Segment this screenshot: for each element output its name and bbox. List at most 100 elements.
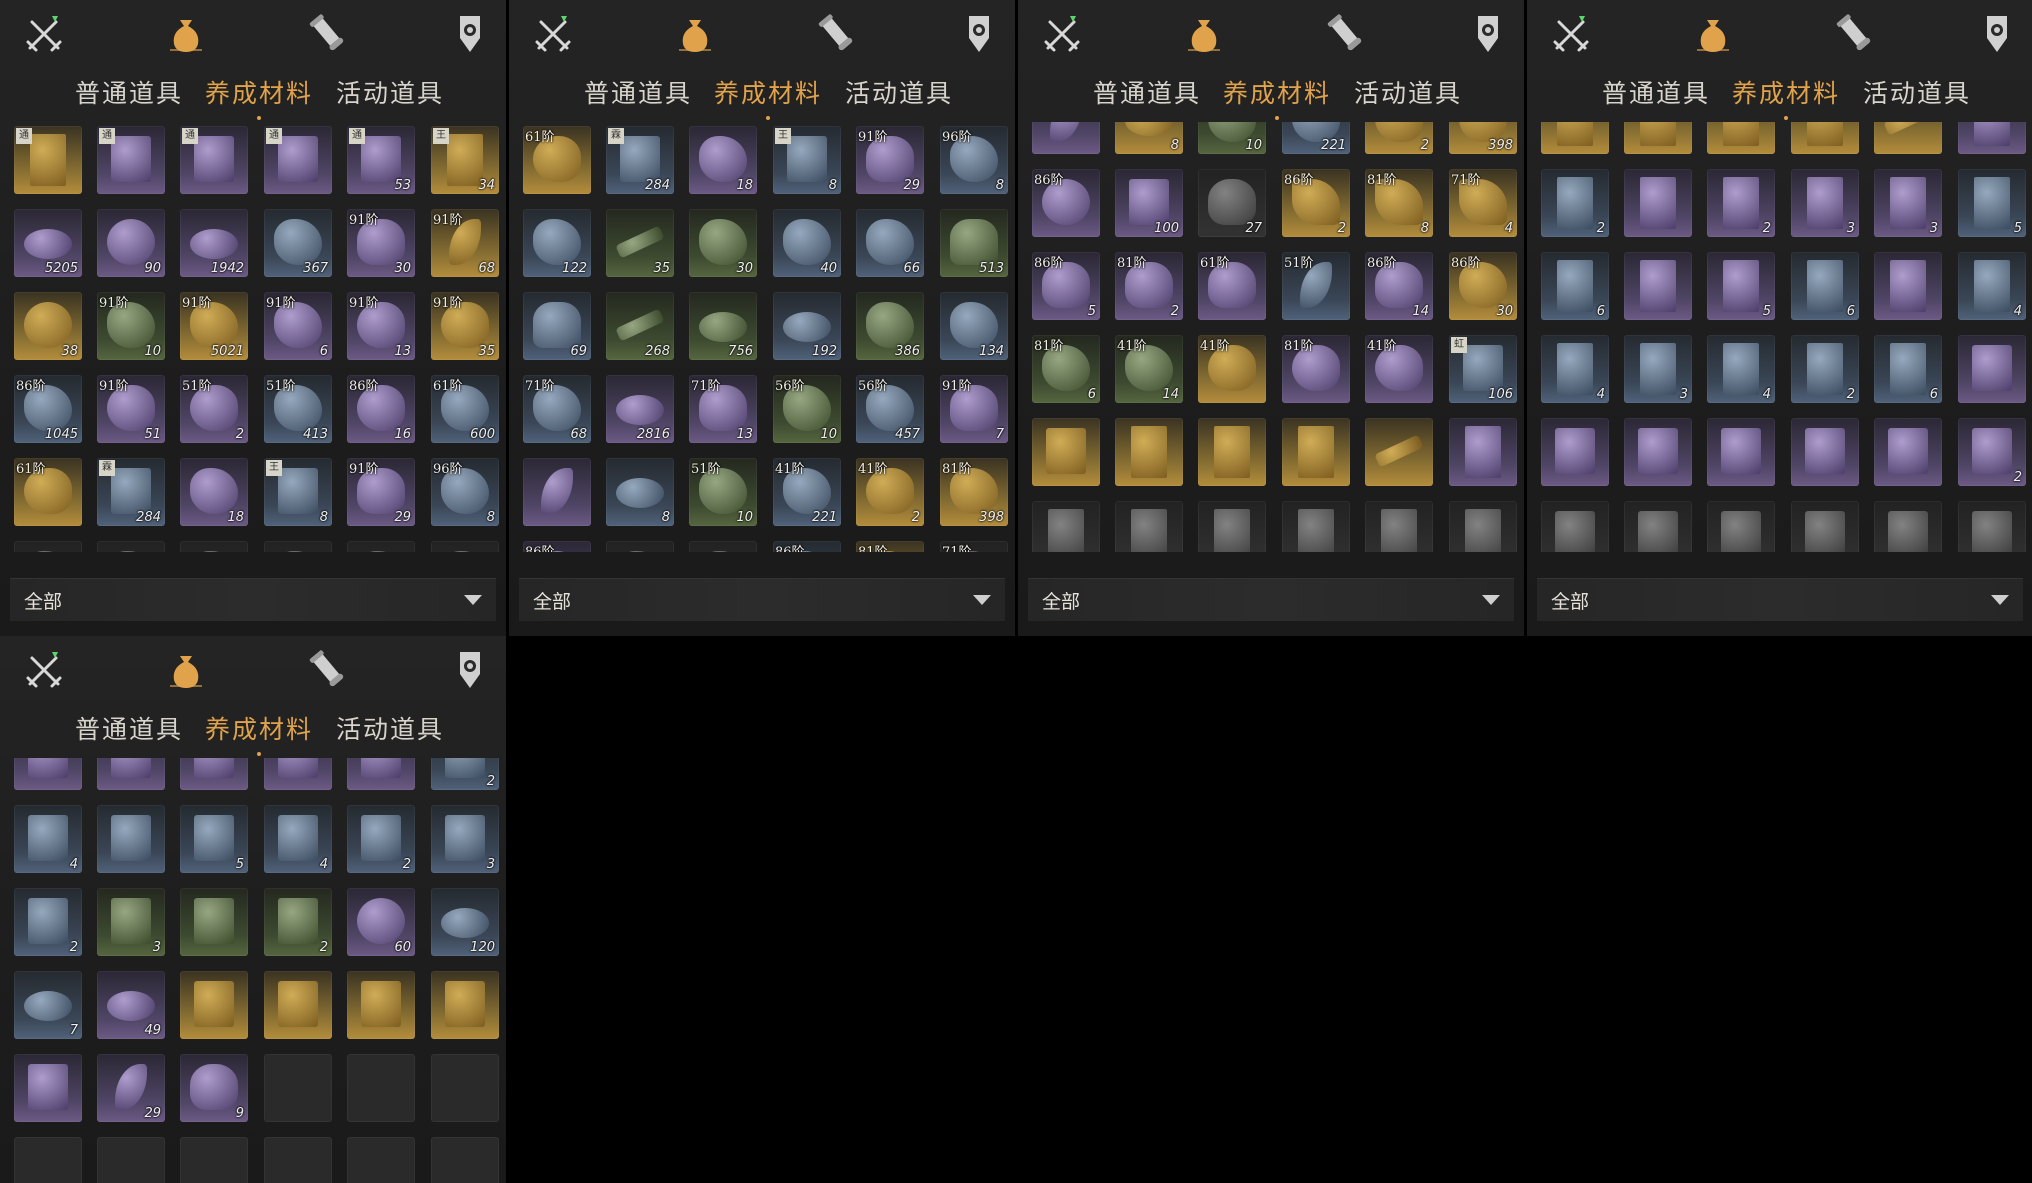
item-slot[interactable]: 35 [606, 209, 674, 277]
item-slot[interactable]: 86阶 2 [1282, 169, 1350, 237]
item-slot[interactable]: 90 [97, 209, 165, 277]
item-slot[interactable] [1624, 122, 1692, 154]
tab-2[interactable]: 活动道具 [1354, 74, 1462, 110]
item-slot[interactable] [689, 541, 757, 552]
item-slot[interactable]: 2 [14, 888, 82, 956]
item-slot[interactable]: 4 [1541, 335, 1609, 403]
tab-2[interactable]: 活动道具 [336, 74, 444, 110]
filter-dropdown[interactable]: 全部 [10, 578, 496, 621]
item-slot[interactable] [347, 541, 415, 552]
item-slot[interactable]: 9 [180, 1054, 248, 1122]
item-slot[interactable]: 4 [1958, 252, 2026, 320]
item-slot[interactable]: 61阶 [523, 126, 591, 194]
item-slot[interactable] [1032, 418, 1100, 486]
item-slot[interactable] [1198, 418, 1266, 486]
item-slot[interactable]: 18 [180, 458, 248, 526]
item-slot[interactable]: 3 [1874, 169, 1942, 237]
filter-dropdown[interactable]: 全部 [1537, 578, 2023, 621]
item-slot[interactable]: 91阶 68 [431, 209, 499, 277]
item-slot[interactable] [1707, 418, 1775, 486]
item-slot[interactable]: 通 [14, 126, 82, 194]
item-slot[interactable] [1365, 501, 1433, 552]
item-slot[interactable]: 10 [1198, 122, 1266, 154]
item-slot[interactable] [431, 971, 499, 1039]
item-slot[interactable] [264, 758, 332, 790]
item-slot[interactable]: 386 [856, 292, 924, 360]
tab-0[interactable]: 普通道具 [1093, 74, 1201, 110]
item-slot[interactable]: 6 [1791, 252, 1859, 320]
item-slot[interactable] [14, 758, 82, 790]
item-slot[interactable] [97, 805, 165, 873]
scroll-icon[interactable] [811, 8, 863, 60]
item-slot[interactable]: 51阶 10 [689, 458, 757, 526]
item-slot[interactable] [1707, 501, 1775, 552]
item-slot[interactable]: 66 [856, 209, 924, 277]
item-slot[interactable]: 41阶 2 [856, 458, 924, 526]
item-slot[interactable]: 86阶 14 [1365, 252, 1433, 320]
item-slot[interactable] [1624, 501, 1692, 552]
item-slot[interactable] [1365, 418, 1433, 486]
item-slot[interactable]: 2 [1791, 335, 1859, 403]
item-slot[interactable]: 38 [14, 292, 82, 360]
item-slot[interactable]: 霖 284 [606, 126, 674, 194]
item-slot[interactable] [180, 758, 248, 790]
item-slot[interactable]: 51阶 2 [180, 375, 248, 443]
item-slot[interactable]: 756 [689, 292, 757, 360]
item-slot[interactable] [523, 458, 591, 526]
scroll-icon[interactable] [1829, 8, 1881, 60]
item-slot[interactable]: 61阶 600 [431, 375, 499, 443]
item-slot[interactable] [1958, 122, 2026, 154]
item-slot[interactable]: 王8 [264, 458, 332, 526]
item-slot[interactable]: 18 [689, 126, 757, 194]
item-slot[interactable] [1874, 418, 1942, 486]
item-slot[interactable] [1624, 169, 1692, 237]
item-slot[interactable]: 81阶 2 [1115, 252, 1183, 320]
item-slot[interactable] [180, 541, 248, 552]
item-slot[interactable]: 3 [431, 805, 499, 873]
item-slot[interactable]: 398 [1449, 122, 1517, 154]
item-slot[interactable] [97, 541, 165, 552]
item-slot[interactable]: 221 [1282, 122, 1350, 154]
item-slot[interactable]: 71阶 4 [1449, 169, 1517, 237]
item-slot[interactable] [1449, 418, 1517, 486]
item-slot[interactable]: 91阶 35 [431, 292, 499, 360]
tab-0[interactable]: 普通道具 [75, 74, 183, 110]
item-slot[interactable]: 2 [1958, 418, 2026, 486]
item-slot[interactable]: 91阶 29 [856, 126, 924, 194]
item-slot[interactable]: 30 [689, 209, 757, 277]
item-slot[interactable]: 71阶 68 [523, 375, 591, 443]
item-slot[interactable]: 2 [1707, 169, 1775, 237]
tab-2[interactable]: 活动道具 [1863, 74, 1971, 110]
crossed-swords-icon[interactable] [1036, 8, 1088, 60]
item-slot[interactable]: 60 [347, 888, 415, 956]
tab-1[interactable]: 养成材料 [714, 74, 822, 120]
item-slot[interactable]: 81阶 8 [1365, 169, 1433, 237]
item-slot[interactable]: 2816 [606, 375, 674, 443]
item-slot[interactable] [1791, 122, 1859, 154]
item-slot[interactable]: 367 [264, 209, 332, 277]
item-slot[interactable]: 91阶 10 [97, 292, 165, 360]
item-slot[interactable]: 2 [1365, 122, 1433, 154]
item-slot[interactable]: 81阶 [856, 541, 924, 552]
item-slot[interactable]: 41阶 [1365, 335, 1433, 403]
item-slot[interactable]: 134 [940, 292, 1008, 360]
crossed-swords-icon[interactable] [18, 644, 70, 696]
scroll-icon[interactable] [1320, 8, 1372, 60]
item-slot[interactable] [1958, 501, 2026, 552]
item-slot[interactable] [1115, 418, 1183, 486]
item-slot[interactable]: 王8 [773, 126, 841, 194]
medal-icon[interactable] [444, 8, 496, 60]
item-slot[interactable]: 192 [773, 292, 841, 360]
pouch-icon[interactable] [1178, 8, 1230, 60]
item-slot[interactable]: 41阶 [1198, 335, 1266, 403]
pouch-icon[interactable] [669, 8, 721, 60]
item-slot[interactable] [1958, 335, 2026, 403]
item-slot[interactable]: 61阶 [1198, 252, 1266, 320]
item-slot[interactable]: 6 [1541, 252, 1609, 320]
item-slot[interactable] [1624, 418, 1692, 486]
item-slot[interactable]: 4 [14, 805, 82, 873]
item-slot[interactable] [14, 541, 82, 552]
medal-icon[interactable] [1462, 8, 1514, 60]
item-slot[interactable]: 91阶 6 [264, 292, 332, 360]
item-slot[interactable]: 86阶 [773, 541, 841, 552]
